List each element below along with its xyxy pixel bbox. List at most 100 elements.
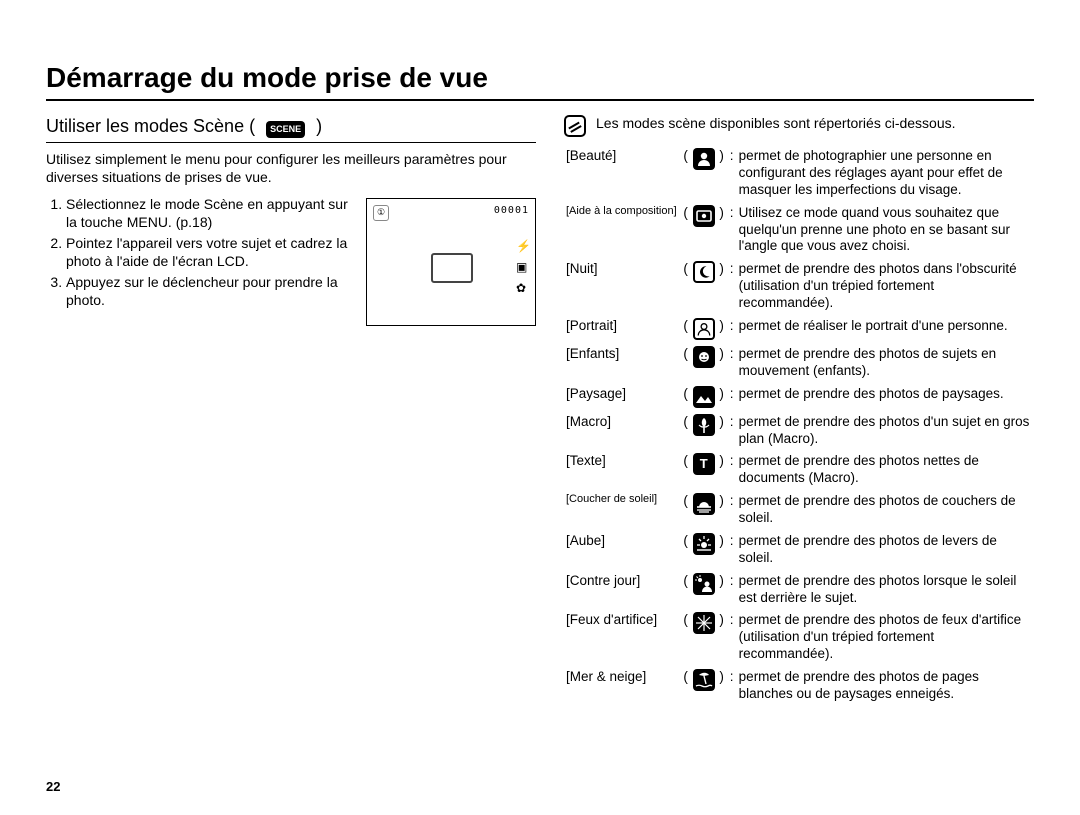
settings-icon: ✿ — [516, 281, 531, 296]
mode-icon-cell — [691, 609, 717, 666]
mode-label: [Contre jour] — [564, 570, 681, 610]
paren-open: ( — [681, 530, 691, 570]
mode-label: [Coucher de soleil] — [564, 490, 681, 530]
lcd-focus-frame — [431, 253, 473, 283]
paren-open: ( — [681, 666, 691, 706]
lcd-side-icons: ⚡ ▣ ✿ — [516, 239, 531, 296]
mode-row: [Beauté] ( ) : permet de photographier u… — [564, 145, 1034, 202]
mode-row: [Mer & neige] ( ) : permet de prendre de… — [564, 666, 1034, 706]
mode-description: permet de prendre des photos de pages bl… — [737, 666, 1034, 706]
note-icon — [564, 115, 586, 137]
subtitle-suffix: ) — [316, 116, 322, 136]
colon: : — [727, 530, 737, 570]
colon: : — [727, 145, 737, 202]
mode-icon-cell — [691, 411, 717, 451]
mode-description: permet de prendre des photos lorsque le … — [737, 570, 1034, 610]
mode-label: [Aide à la composition] — [564, 202, 681, 259]
step-item: Appuyez sur le déclencheur pour prendre … — [66, 274, 356, 309]
mode-label: [Texte] — [564, 450, 681, 490]
mode-row: [Coucher de soleil] ( ) : permet de pren… — [564, 490, 1034, 530]
mode-row: [Portrait] ( ) : permet de réaliser le p… — [564, 315, 1034, 343]
paren-open: ( — [681, 145, 691, 202]
paren-close: ) — [717, 570, 727, 610]
paren-close: ) — [717, 411, 727, 451]
mode-row: [Aide à la composition] ( ) : Utilisez c… — [564, 202, 1034, 259]
paren-open: ( — [681, 490, 691, 530]
mode-description: permet de prendre des photos de feux d'a… — [737, 609, 1034, 666]
section-subtitle: Utiliser les modes Scène ( SCENE ) — [46, 115, 322, 138]
colon: : — [727, 609, 737, 666]
paren-open: ( — [681, 450, 691, 490]
paren-close: ) — [717, 343, 727, 383]
paren-open: ( — [681, 343, 691, 383]
paren-close: ) — [717, 490, 727, 530]
mode-label: [Macro] — [564, 411, 681, 451]
mode-label: [Aube] — [564, 530, 681, 570]
mode-description: Utilisez ce mode quand vous souhaitez qu… — [737, 202, 1034, 259]
paren-open: ( — [681, 383, 691, 411]
mode-row: [Nuit] ( ) : permet de prendre des photo… — [564, 258, 1034, 315]
mode-icon-cell — [691, 343, 717, 383]
step-item: Sélectionnez le mode Scène en appuyant s… — [66, 196, 356, 231]
flash-icon: ⚡ — [516, 239, 531, 254]
paren-close: ) — [717, 145, 727, 202]
mode-icon-cell — [691, 570, 717, 610]
scene-icon: SCENE — [266, 121, 305, 138]
paren-open: ( — [681, 609, 691, 666]
paren-close: ) — [717, 530, 727, 570]
left-column: Utiliser les modes Scène ( SCENE ) Utili… — [46, 115, 536, 706]
mode-icon-cell: T — [691, 450, 717, 490]
mode-description: permet de prendre des photos de paysages… — [737, 383, 1034, 411]
colon: : — [727, 666, 737, 706]
mode-label: [Feux d'artifice] — [564, 609, 681, 666]
mode-row: [Macro] ( ) : permet de prendre des phot… — [564, 411, 1034, 451]
modes-table: [Beauté] ( ) : permet de photographier u… — [564, 145, 1034, 706]
mode-label: [Nuit] — [564, 258, 681, 315]
paren-open: ( — [681, 570, 691, 610]
mode-description: permet de réaliser le portrait d'une per… — [737, 315, 1034, 343]
lcd-preview: ① 00001 ⚡ ▣ ✿ — [366, 198, 536, 326]
mode-icon-cell — [691, 315, 717, 343]
mode-description: permet de prendre des photos de sujets e… — [737, 343, 1034, 383]
paren-close: ) — [717, 202, 727, 259]
intro-text: Utilisez simplement le menu pour configu… — [46, 151, 536, 186]
right-column: Les modes scène disponibles sont réperto… — [564, 115, 1034, 706]
paren-open: ( — [681, 258, 691, 315]
tree-icon: ▣ — [516, 260, 531, 275]
colon: : — [727, 383, 737, 411]
mode-row: [Feux d'artifice] ( ) : permet de prendr… — [564, 609, 1034, 666]
colon: : — [727, 450, 737, 490]
mode-description: permet de prendre des photos nettes de d… — [737, 450, 1034, 490]
mode-icon-cell — [691, 383, 717, 411]
mode-icon-cell — [691, 145, 717, 202]
paren-open: ( — [681, 411, 691, 451]
paren-close: ) — [717, 609, 727, 666]
paren-close: ) — [717, 666, 727, 706]
mode-row: [Texte] ( T ) : permet de prendre des ph… — [564, 450, 1034, 490]
paren-open: ( — [681, 315, 691, 343]
mode-icon-cell — [691, 490, 717, 530]
mode-icon-cell — [691, 258, 717, 315]
colon: : — [727, 490, 737, 530]
note-text: Les modes scène disponibles sont réperto… — [596, 115, 956, 133]
mode-icon-cell — [691, 666, 717, 706]
colon: : — [727, 411, 737, 451]
mode-description: permet de prendre des photos de couchers… — [737, 490, 1034, 530]
paren-open: ( — [681, 202, 691, 259]
mode-row: [Contre jour] ( ) : permet de prendre de… — [564, 570, 1034, 610]
subtitle-prefix: Utiliser les modes Scène ( — [46, 116, 255, 136]
colon: : — [727, 570, 737, 610]
mode-label: [Paysage] — [564, 383, 681, 411]
lcd-mode-badge: ① — [373, 205, 389, 220]
mode-label: [Enfants] — [564, 343, 681, 383]
page-number: 22 — [46, 779, 60, 795]
mode-row: [Enfants] ( ) : permet de prendre des ph… — [564, 343, 1034, 383]
paren-close: ) — [717, 315, 727, 343]
colon: : — [727, 202, 737, 259]
mode-description: permet de prendre des photos de levers d… — [737, 530, 1034, 570]
mode-icon-cell — [691, 202, 717, 259]
paren-close: ) — [717, 383, 727, 411]
step-item: Pointez l'appareil vers votre sujet et c… — [66, 235, 356, 270]
page-title: Démarrage du mode prise de vue — [46, 60, 1034, 101]
colon: : — [727, 258, 737, 315]
